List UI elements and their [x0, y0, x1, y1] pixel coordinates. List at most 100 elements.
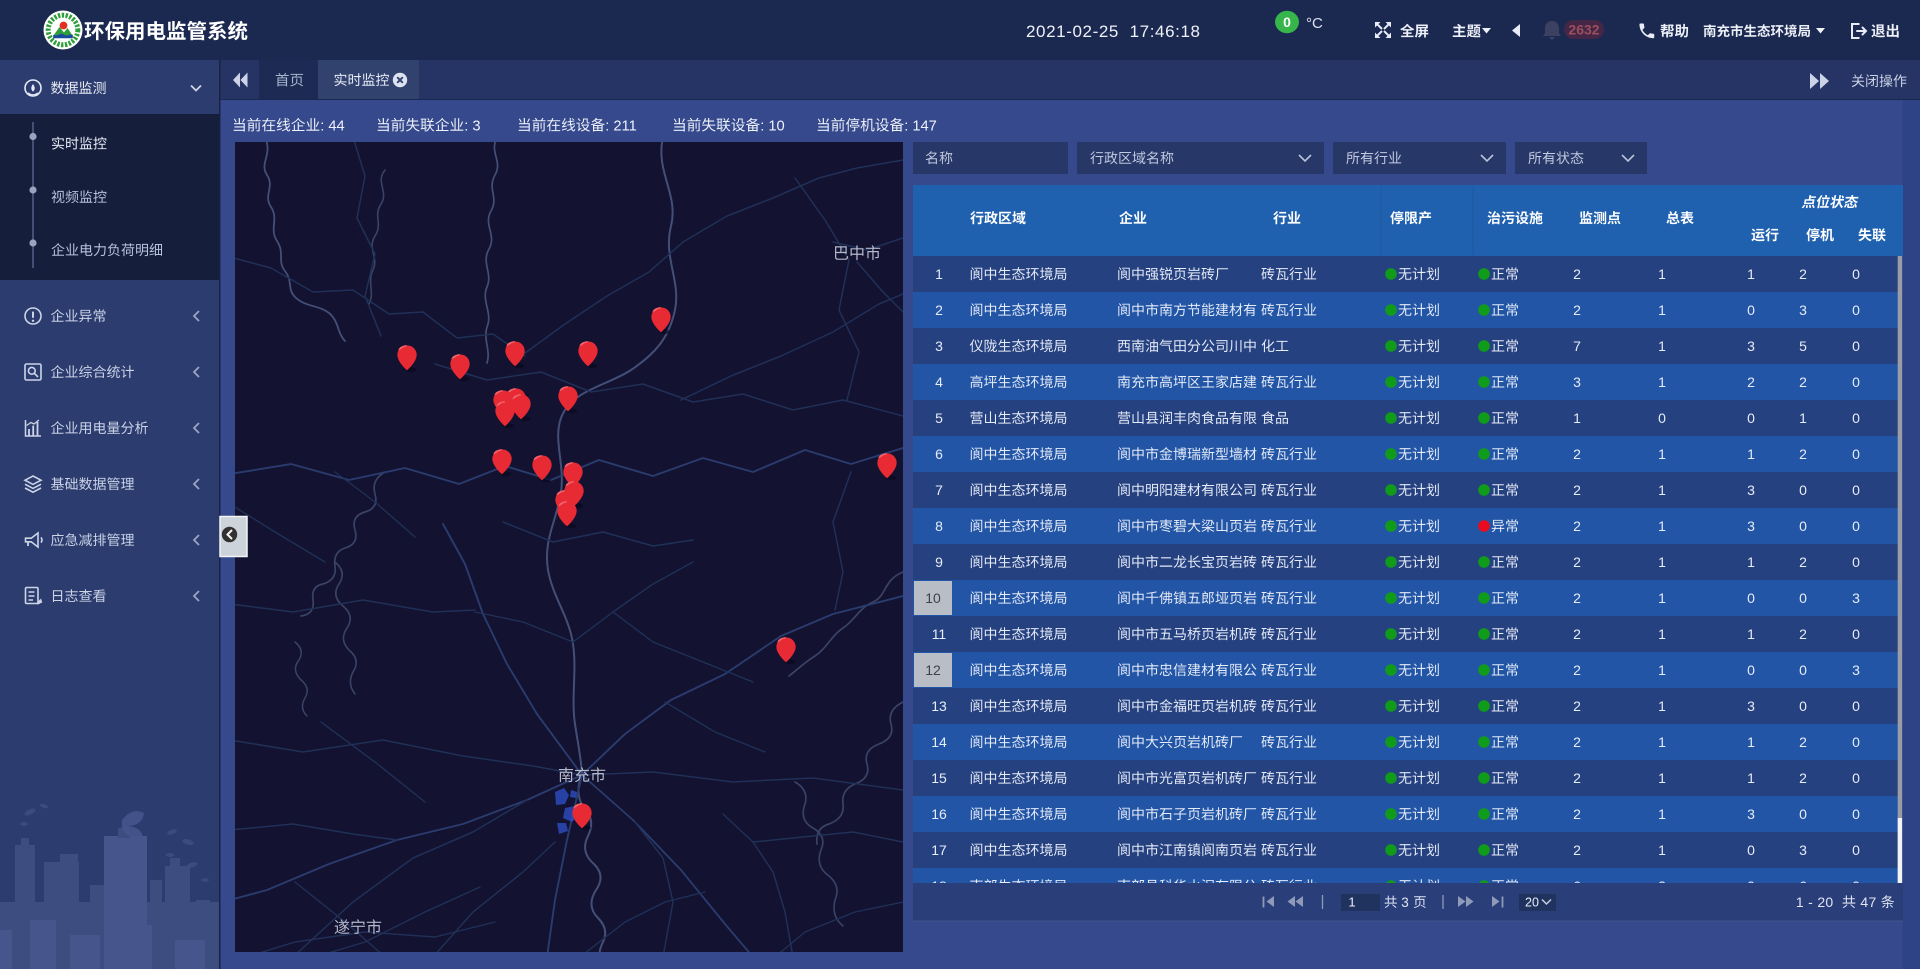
svg-text:2: 2 [1747, 374, 1755, 390]
svg-text:3: 3 [1747, 698, 1755, 714]
svg-text:2: 2 [1799, 374, 1807, 390]
svg-text:2: 2 [1799, 554, 1807, 570]
svg-text:2: 2 [1799, 734, 1807, 750]
svg-text:1: 1 [1658, 446, 1666, 462]
svg-text:0: 0 [1852, 734, 1860, 750]
svg-text:1: 1 [1747, 626, 1755, 642]
svg-text:1: 1 [1658, 482, 1666, 498]
svg-text:0: 0 [1852, 842, 1860, 858]
svg-text:5: 5 [935, 410, 943, 426]
svg-text:15: 15 [931, 770, 947, 786]
svg-text:2: 2 [1799, 626, 1807, 642]
svg-text:0: 0 [1799, 590, 1807, 606]
svg-text:13: 13 [931, 698, 947, 714]
svg-text:0: 0 [1852, 770, 1860, 786]
svg-text:2: 2 [1573, 482, 1581, 498]
svg-text:2: 2 [1573, 770, 1581, 786]
svg-text:1: 1 [1658, 554, 1666, 570]
svg-text:2: 2 [1799, 446, 1807, 462]
svg-text:1: 1 [1747, 734, 1755, 750]
svg-text:2: 2 [1573, 626, 1581, 642]
svg-text:2: 2 [935, 302, 943, 318]
svg-text:2632: 2632 [1568, 22, 1599, 38]
svg-text:1: 1 [1799, 410, 1807, 426]
svg-text:0: 0 [1852, 374, 1860, 390]
svg-text:3: 3 [1799, 302, 1807, 318]
svg-text:0: 0 [1747, 590, 1755, 606]
svg-text:2: 2 [1573, 590, 1581, 606]
svg-text:20: 20 [1525, 896, 1539, 910]
svg-text:1: 1 [1747, 446, 1755, 462]
svg-text:3: 3 [1747, 482, 1755, 498]
svg-text:4: 4 [935, 374, 943, 390]
svg-text:0: 0 [1799, 662, 1807, 678]
svg-text:2: 2 [1573, 662, 1581, 678]
svg-text:0: 0 [1852, 806, 1860, 822]
svg-text:7: 7 [935, 482, 943, 498]
svg-text:2: 2 [1573, 302, 1581, 318]
svg-text:0: 0 [1747, 302, 1755, 318]
svg-text:1: 1 [1658, 626, 1666, 642]
svg-text:1: 1 [1658, 734, 1666, 750]
svg-text:2: 2 [1573, 698, 1581, 714]
svg-text:10: 10 [925, 590, 941, 606]
svg-text:3: 3 [1799, 842, 1807, 858]
svg-text:0: 0 [1852, 482, 1860, 498]
svg-text:2: 2 [1573, 518, 1581, 534]
svg-text:: 44: : 44 [320, 118, 345, 134]
svg-text:1: 1 [1747, 554, 1755, 570]
svg-text:2: 2 [1573, 806, 1581, 822]
svg-text:0: 0 [1852, 698, 1860, 714]
svg-text:1: 1 [1658, 338, 1666, 354]
svg-text:2021-02-25 17:46:18: 2021-02-25 17:46:18 [1026, 22, 1201, 41]
svg-text:3: 3 [1747, 338, 1755, 354]
svg-text:0: 0 [1852, 446, 1860, 462]
svg-text:0: 0 [1799, 698, 1807, 714]
svg-text:1: 1 [1348, 895, 1355, 910]
svg-text:3: 3 [1852, 662, 1860, 678]
svg-text:2: 2 [1573, 266, 1581, 282]
svg-text:3: 3 [935, 338, 943, 354]
svg-text:3: 3 [1398, 895, 1413, 910]
svg-text:1: 1 [1658, 662, 1666, 678]
svg-text:°C: °C [1306, 15, 1323, 32]
svg-text:7: 7 [1573, 338, 1581, 354]
svg-text:0: 0 [1852, 626, 1860, 642]
svg-text:1: 1 [1658, 302, 1666, 318]
svg-text:2: 2 [1573, 446, 1581, 462]
svg-text:2: 2 [1573, 842, 1581, 858]
svg-text:2: 2 [1799, 770, 1807, 786]
svg-text:14: 14 [931, 734, 947, 750]
svg-text:1: 1 [1658, 518, 1666, 534]
svg-text:0: 0 [1852, 302, 1860, 318]
svg-text:1: 1 [1658, 698, 1666, 714]
svg-text:0: 0 [1799, 482, 1807, 498]
svg-text:0: 0 [1283, 14, 1291, 30]
svg-text:12: 12 [925, 662, 941, 678]
svg-text:: 147: : 147 [904, 118, 937, 134]
svg-text:1: 1 [935, 266, 943, 282]
svg-text:1: 1 [1747, 266, 1755, 282]
svg-text:11: 11 [932, 626, 947, 642]
svg-text:9: 9 [935, 554, 943, 570]
svg-text:0: 0 [1852, 266, 1860, 282]
svg-text:6: 6 [935, 446, 943, 462]
svg-text:: 211: : 211 [605, 118, 637, 134]
svg-text:3: 3 [1573, 374, 1581, 390]
svg-text:2: 2 [1573, 734, 1581, 750]
svg-text:2: 2 [1799, 266, 1807, 282]
svg-text:1: 1 [1747, 770, 1755, 786]
svg-text:5: 5 [1799, 338, 1807, 354]
svg-text:1: 1 [1658, 266, 1666, 282]
svg-text:0: 0 [1852, 338, 1860, 354]
svg-text:: 3: : 3 [464, 118, 480, 134]
svg-text:17: 17 [931, 842, 947, 858]
svg-text:1: 1 [1573, 410, 1581, 426]
svg-text:47: 47 [1856, 894, 1881, 910]
svg-text:16: 16 [931, 806, 947, 822]
svg-text:1: 1 [1658, 842, 1666, 858]
svg-text:0: 0 [1852, 518, 1860, 534]
svg-text:1: 1 [1658, 590, 1666, 606]
svg-text:0: 0 [1799, 806, 1807, 822]
svg-text:0: 0 [1852, 554, 1860, 570]
